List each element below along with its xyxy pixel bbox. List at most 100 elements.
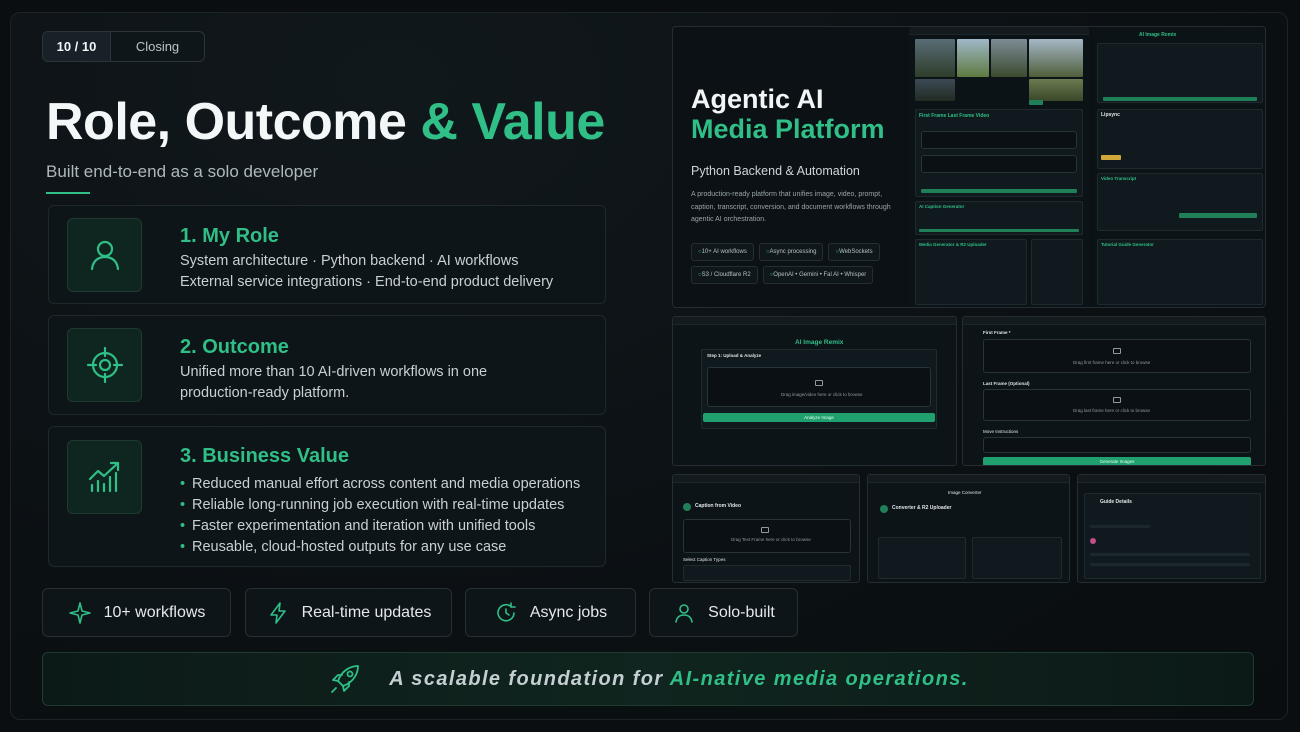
image-icon <box>1113 348 1121 354</box>
sample-photo <box>1029 39 1083 77</box>
drop-zone <box>921 155 1077 173</box>
panel-title: First Frame Last Frame Video <box>919 113 990 119</box>
hero-title-line-2: Media Platform <box>691 114 885 144</box>
panel <box>1097 239 1263 305</box>
image-icon <box>761 527 769 533</box>
mock-header: Image Converter <box>948 490 982 495</box>
panel <box>1084 493 1261 579</box>
drop-zone <box>983 339 1251 373</box>
panel-title: Tutorial Guide Generator <box>1101 242 1154 247</box>
text-line <box>1090 525 1150 528</box>
panel-title: Lipsync <box>1101 112 1120 118</box>
status-pill <box>1101 155 1121 160</box>
sample-photo <box>1029 79 1083 101</box>
role-card: 1. My Role System architecture · Python … <box>48 205 606 304</box>
panel-title: Video Transcript <box>1101 176 1137 181</box>
slide-title: Role, Outcome & Value <box>46 92 605 152</box>
outcome-card-title: 2. Outcome <box>180 336 289 358</box>
mock-step: Step 1: Upload & Analyze <box>707 353 762 358</box>
refresh-clock-icon <box>497 601 516 621</box>
list-item: Reliable long-running job execution with… <box>180 495 580 516</box>
outcome-icon-box <box>67 328 142 402</box>
chip-realtime: Real-time updates <box>245 588 452 637</box>
chip-async: Async jobs <box>465 588 636 637</box>
target-icon <box>86 346 123 384</box>
hero-tag: WebSockets <box>828 243 880 261</box>
frames-screenshot: First Frame * Drag first frame here or c… <box>962 316 1266 466</box>
drop-zone <box>707 367 931 407</box>
drop-zone <box>921 131 1077 149</box>
slide-number: 10 / 10 <box>43 32 111 61</box>
closing-banner: A scalable foundation for AI-native medi… <box>42 652 1254 706</box>
list-item: Reduced manual effort across content and… <box>180 474 580 495</box>
image-remix-screenshot: AI Image Remix Step 1: Upload & Analyze … <box>672 316 957 466</box>
progress-bar <box>1103 97 1257 101</box>
chip-solo-label: Solo-built <box>708 603 775 621</box>
image-icon <box>1113 397 1121 403</box>
converter-screenshot: Image Converter Converter & R2 Uploader <box>867 474 1070 583</box>
drop-zone <box>983 389 1251 421</box>
outcome-card-line-2: production-ready platform. <box>180 385 350 401</box>
toolbar <box>673 317 956 325</box>
growth-chart-icon <box>88 461 119 493</box>
business-value-list: Reduced manual effort across content and… <box>180 474 580 558</box>
outcome-card-line-1: Unified more than 10 AI-driven workflows… <box>180 364 488 380</box>
user-icon <box>675 603 693 623</box>
hero-subtitle: Python Backend & Automation <box>691 164 860 178</box>
chip-realtime-label: Real-time updates <box>301 603 432 621</box>
progress-bar <box>1179 213 1257 218</box>
chip-async-label: Async jobs <box>529 603 608 621</box>
panel <box>878 537 966 579</box>
chip-workflows-label: 10+ workflows <box>103 603 206 621</box>
chip-solo: Solo-built <box>649 588 798 637</box>
panel <box>915 239 1027 305</box>
panel-title: AI Image Remix <box>1139 32 1177 38</box>
toolbar <box>1078 475 1265 483</box>
closing-banner-text: A scalable foundation for AI-native medi… <box>389 668 968 691</box>
slide-counter-badge: 10 / 10 Closing <box>42 31 205 62</box>
mock-title: Guide Details <box>1100 499 1132 505</box>
panel <box>1097 173 1263 231</box>
sample-photo <box>915 39 955 77</box>
drop-text: Drag first frame here or click to browse <box>1073 360 1151 365</box>
mock-title: AI Image Remix <box>795 339 844 346</box>
progress-bar <box>921 189 1077 193</box>
role-icon-box <box>67 218 142 292</box>
first-frame-label: First Frame * <box>983 330 1011 335</box>
panel <box>1031 239 1083 305</box>
drop-text: Drag last frame here or click to browse <box>1073 408 1151 413</box>
hero-tag: S3 / Cloudflare R2 <box>691 266 758 284</box>
caption-screenshot: Caption from Video Drag Text Frame here … <box>672 474 860 583</box>
progress-bar <box>1029 100 1043 105</box>
panel <box>915 109 1083 197</box>
drop-zone <box>683 519 851 553</box>
drop-text: Drag image/video here or click to browse <box>781 392 863 397</box>
role-card-line-2: External service integrations · End-to-e… <box>180 274 554 290</box>
outcome-card: 2. Outcome Unified more than 10 AI-drive… <box>48 315 606 415</box>
list-item: Reusable, cloud-hosted outputs for any u… <box>180 537 580 558</box>
badge-dot <box>683 503 691 511</box>
mock-title: Caption from Video <box>695 503 742 509</box>
rocket-icon <box>331 665 360 693</box>
hero-tag: 10+ AI workflows <box>691 243 754 261</box>
business-value-card-title: 3. Business Value <box>180 445 349 467</box>
lightning-icon <box>269 601 286 624</box>
analyze-button: Analyze Image <box>703 413 935 422</box>
hero-title-line-1: Agentic AI <box>691 84 824 114</box>
panel <box>972 537 1062 579</box>
slide-title-main: Role, Outcome <box>46 93 421 151</box>
guide-screenshot: Guide Details <box>1077 474 1266 583</box>
platform-hero-screenshot: Agentic AI Media Platform Python Backend… <box>672 26 1266 308</box>
panel <box>1097 43 1263 103</box>
progress-bar <box>919 229 1079 232</box>
avatar <box>1090 538 1096 544</box>
panel-title: Media Generator & R2 Uploader <box>919 242 987 247</box>
toolbar <box>909 27 1089 35</box>
image-icon <box>815 380 823 386</box>
hero-left-app-mock: First Frame Last Frame Video AI Caption … <box>909 27 1089 307</box>
business-value-card: 3. Business Value Reduced manual effort … <box>48 426 606 567</box>
subtitle-underline <box>46 192 90 194</box>
slide-title-accent: & Value <box>420 93 605 151</box>
panel <box>683 565 851 581</box>
generate-button: Generate Images <box>983 457 1251 465</box>
